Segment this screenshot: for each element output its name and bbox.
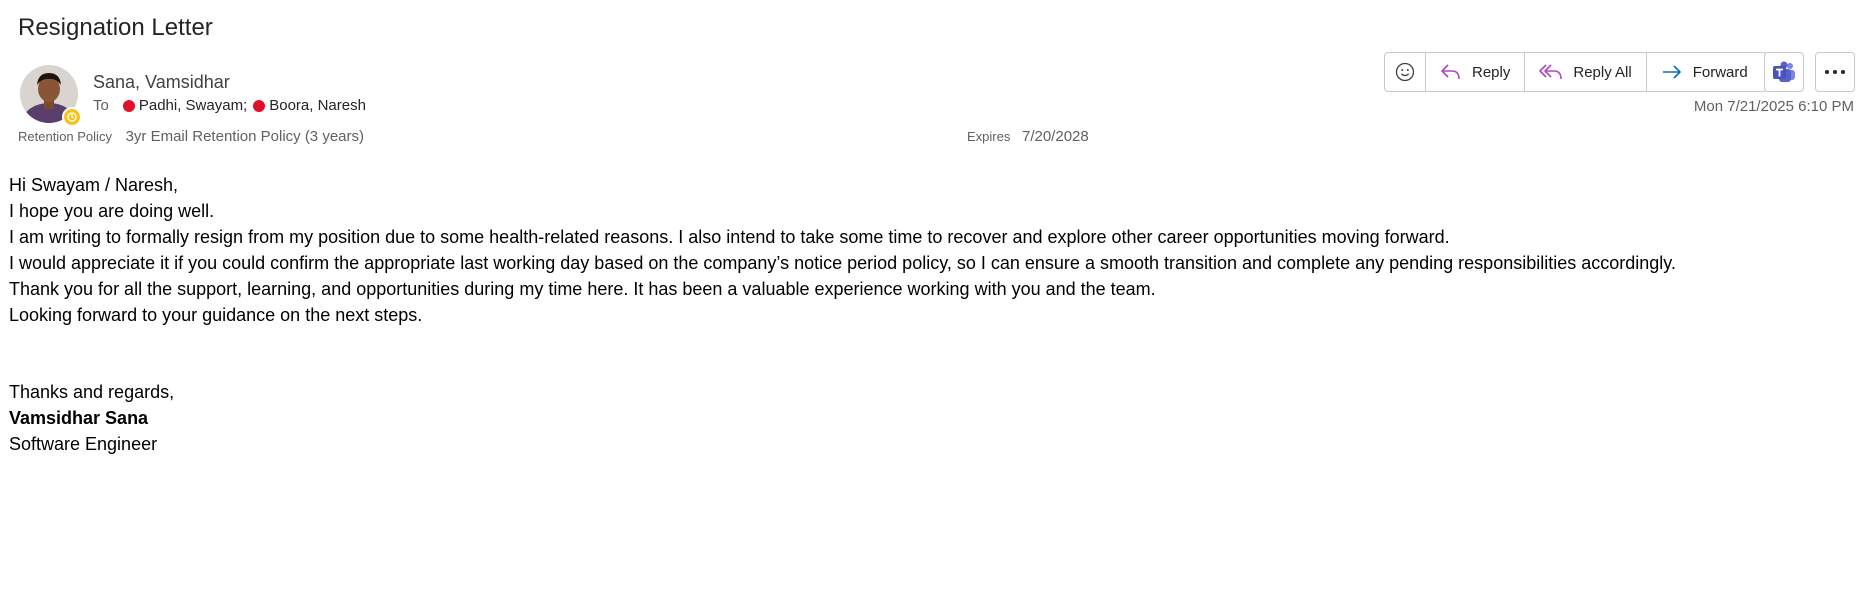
reply-icon (1441, 64, 1460, 80)
received-datetime: Mon 7/21/2025 6:10 PM (1693, 98, 1854, 115)
sender-name[interactable]: Sana, Vamsidhar (93, 72, 230, 93)
more-icon (1825, 70, 1845, 74)
body-line: I am writing to formally resign from my … (9, 227, 1450, 247)
expires-row: Expires 7/20/2028 (967, 128, 1089, 145)
forward-button[interactable]: Forward (1647, 53, 1766, 91)
reply-all-icon (1539, 64, 1563, 80)
recipient-2[interactable]: Boora, Naresh (253, 97, 366, 114)
expires-value: 7/20/2028 (1021, 128, 1089, 145)
body-greeting: Hi Swayam / Naresh, (9, 175, 179, 195)
presence-away-icon (62, 107, 82, 127)
smiley-icon (1395, 62, 1415, 82)
teams-icon (1773, 61, 1795, 82)
recipient-1[interactable]: Padhi, Swayam; (122, 97, 248, 114)
recipient-name: Boora, Naresh (269, 97, 366, 114)
email-subject: Resignation Letter (18, 14, 213, 41)
retention-policy-value: 3yr Email Retention Policy (3 years) (125, 128, 364, 145)
presence-busy-icon (253, 99, 266, 112)
retention-policy-label: Retention Policy (18, 129, 112, 144)
reaction-button[interactable] (1385, 53, 1426, 91)
forward-icon (1662, 65, 1681, 79)
forward-label: Forward (1692, 63, 1748, 81)
presence-busy-icon (122, 99, 135, 112)
expires-label: Expires (967, 129, 1011, 144)
body-line: I would appreciate it if you could confi… (9, 253, 1676, 273)
signature-name: Vamsidhar Sana (9, 408, 149, 428)
to-label: To (93, 97, 109, 114)
retention-policy-row: Retention Policy 3yr Email Retention Pol… (18, 128, 364, 145)
signature-title: Software Engineer (9, 434, 158, 454)
sender-avatar[interactable] (20, 65, 82, 127)
message-body: Hi Swayam / Naresh, I hope you are doing… (9, 172, 1859, 457)
message-actions-toolbar: Reply Reply All Forward (1384, 52, 1767, 92)
more-actions-button[interactable] (1815, 52, 1855, 92)
recipients-row: To Padhi, Swayam; Boora, Naresh (93, 97, 372, 114)
body-line: I hope you are doing well. (9, 201, 215, 221)
recipient-name: Padhi, Swayam; (138, 97, 248, 114)
reply-button[interactable]: Reply (1426, 53, 1526, 91)
teams-button[interactable] (1764, 52, 1804, 92)
body-closing: Thanks and regards, (9, 382, 175, 402)
reply-all-button[interactable]: Reply All (1525, 53, 1647, 91)
reply-label: Reply (1472, 63, 1511, 81)
body-line: Looking forward to your guidance on the … (9, 305, 423, 325)
reply-all-label: Reply All (1573, 63, 1632, 81)
body-line: Thank you for all the support, learning,… (9, 279, 1156, 299)
